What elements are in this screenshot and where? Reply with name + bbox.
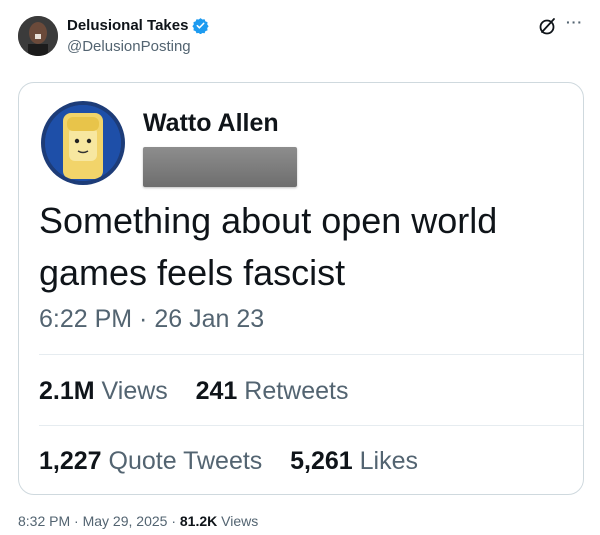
views-retweets-row: 2.1M Views 241 Retweets xyxy=(39,377,348,406)
quoted-screenshot[interactable]: Watto Allen Something about open world g… xyxy=(18,82,584,495)
meta-separator: · xyxy=(74,513,79,529)
retweets-count: 241 xyxy=(195,377,238,405)
likes-label: Likes xyxy=(359,447,418,475)
quotes-likes-row: 1,227 Quote Tweets 5,261 Likes xyxy=(39,447,418,476)
divider xyxy=(39,425,583,426)
redacted-handle xyxy=(143,147,297,187)
quoted-post-text: Something about open world games feels f… xyxy=(39,200,498,293)
post-views-count[interactable]: 81.2K xyxy=(180,513,217,529)
author-name[interactable]: Delusional Takes xyxy=(67,17,210,35)
author-name-text: Delusional Takes xyxy=(67,17,189,34)
author-handle[interactable]: @DelusionPosting xyxy=(67,38,191,55)
views-label: Views xyxy=(101,377,168,405)
quoted-post-time: 6:22 PM · 26 Jan 23 xyxy=(39,305,265,333)
post-views-label: Views xyxy=(221,513,259,529)
meta-separator: · xyxy=(171,513,176,529)
likes-count: 5,261 xyxy=(290,447,353,475)
grok-icon[interactable] xyxy=(538,16,558,36)
quotes-label: Quote Tweets xyxy=(108,447,263,475)
author-avatar[interactable] xyxy=(18,16,58,56)
post: Delusional Takes @DelusionPosting ··· Wa… xyxy=(0,0,600,535)
quotes-count: 1,227 xyxy=(39,447,102,475)
verified-badge-icon xyxy=(192,17,210,35)
views-count: 2.1M xyxy=(39,377,95,405)
retweets-label: Retweets xyxy=(244,377,349,405)
quoted-author-name: Watto Allen xyxy=(143,109,279,137)
more-icon[interactable]: ··· xyxy=(566,14,583,30)
divider xyxy=(39,354,583,355)
post-date[interactable]: May 29, 2025 xyxy=(83,513,168,529)
post-meta: 8:32 PM · May 29, 2025 · 81.2K Views xyxy=(18,513,258,529)
post-time[interactable]: 8:32 PM xyxy=(18,513,70,529)
quoted-avatar xyxy=(41,101,125,185)
